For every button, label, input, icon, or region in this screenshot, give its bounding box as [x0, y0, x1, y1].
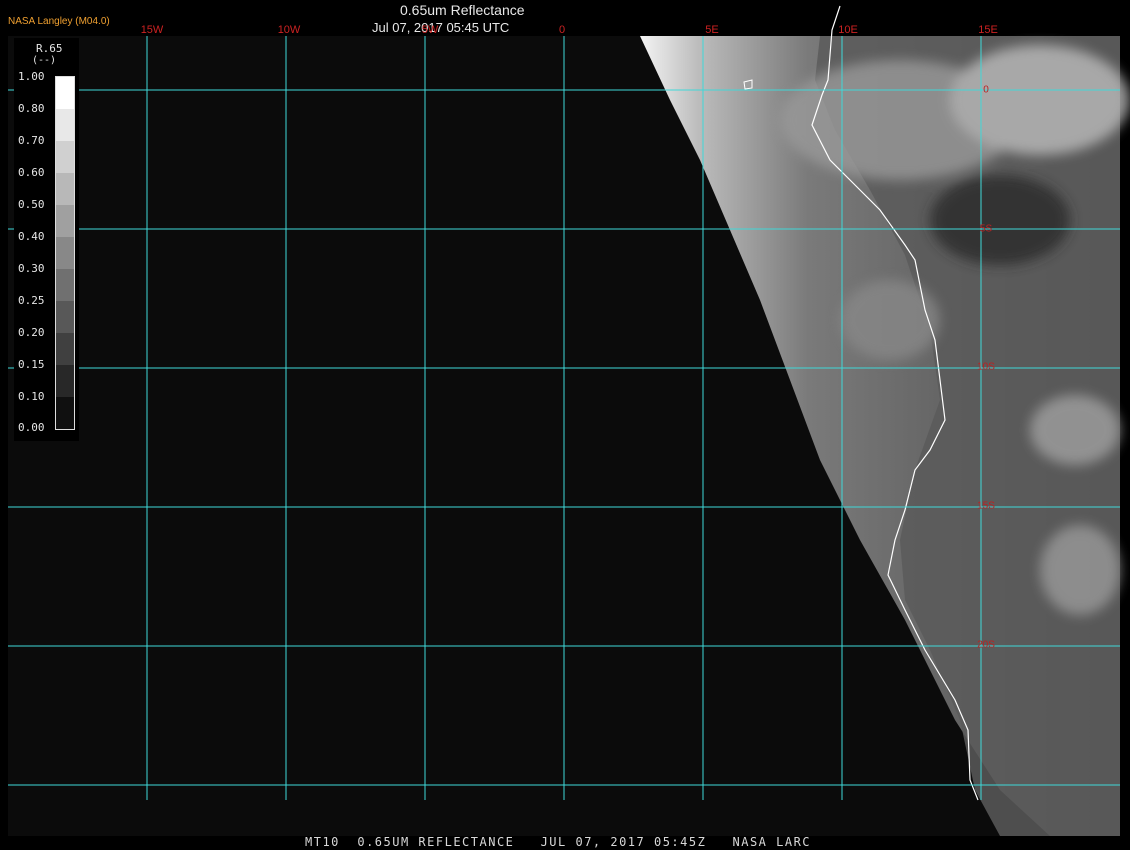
- latitude-label: 0: [983, 84, 989, 96]
- legend-swatch: [56, 333, 74, 365]
- longitude-label: 10W: [277, 24, 301, 36]
- legend-swatch: [56, 109, 74, 141]
- legend-tick-label: 0.20: [18, 326, 45, 339]
- legend-swatch: [56, 173, 74, 205]
- legend-swatch: [56, 301, 74, 333]
- legend-tick-label: 0.60: [18, 166, 45, 179]
- legend-tick-label: 1.00: [18, 70, 45, 83]
- longitude-label: 15W: [140, 24, 164, 36]
- legend-swatch: [56, 397, 74, 429]
- longitude-label: 0: [558, 24, 566, 36]
- longitude-label: 5E: [705, 24, 719, 36]
- latitude-label: 20S: [977, 639, 995, 651]
- legend-tick-label: 0.25: [18, 294, 45, 307]
- legend-tick-label: 0.80: [18, 102, 45, 115]
- legend-swatch: [56, 77, 74, 109]
- satellite-image-frame: [0, 0, 1130, 850]
- legend-tick-label: 0.15: [18, 358, 45, 371]
- legend-swatch: [56, 205, 74, 237]
- legend-tick-label: 0.30: [18, 262, 45, 275]
- organization-label: NASA Langley (M04.0): [8, 16, 110, 27]
- latitude-label: 5S: [979, 223, 993, 235]
- latitude-label: 10S: [977, 361, 995, 373]
- legend-tick-label: 0.10: [18, 390, 45, 403]
- footer-caption: MT10 0.65UM REFLECTANCE JUL 07, 2017 05:…: [305, 835, 812, 849]
- legend-unit: (--): [32, 55, 57, 66]
- legend-tick-label: 0.70: [18, 134, 45, 147]
- legend-tick-label: 0.40: [18, 230, 45, 243]
- longitude-label: 15E: [978, 24, 998, 36]
- image-title: 0.65um Reflectance: [400, 2, 525, 18]
- legend-color-bar: [55, 76, 75, 430]
- legend-tick-label: 0.00: [18, 421, 45, 434]
- legend-swatch: [56, 365, 74, 397]
- longitude-label: 5W: [421, 24, 439, 36]
- legend-swatch: [56, 269, 74, 301]
- legend-tick-label: 0.50: [18, 198, 45, 211]
- image-timestamp: Jul 07, 2017 05:45 UTC: [372, 20, 510, 35]
- legend-variable: R.65: [36, 42, 63, 55]
- longitude-label: 10E: [838, 24, 858, 36]
- color-scale-legend: R.65 (--) 1.00 0.80 0.70 0.60 0.50 0.40 …: [14, 38, 79, 441]
- legend-swatch: [56, 141, 74, 173]
- latitude-label: 15S: [977, 500, 995, 512]
- legend-swatch: [56, 237, 74, 269]
